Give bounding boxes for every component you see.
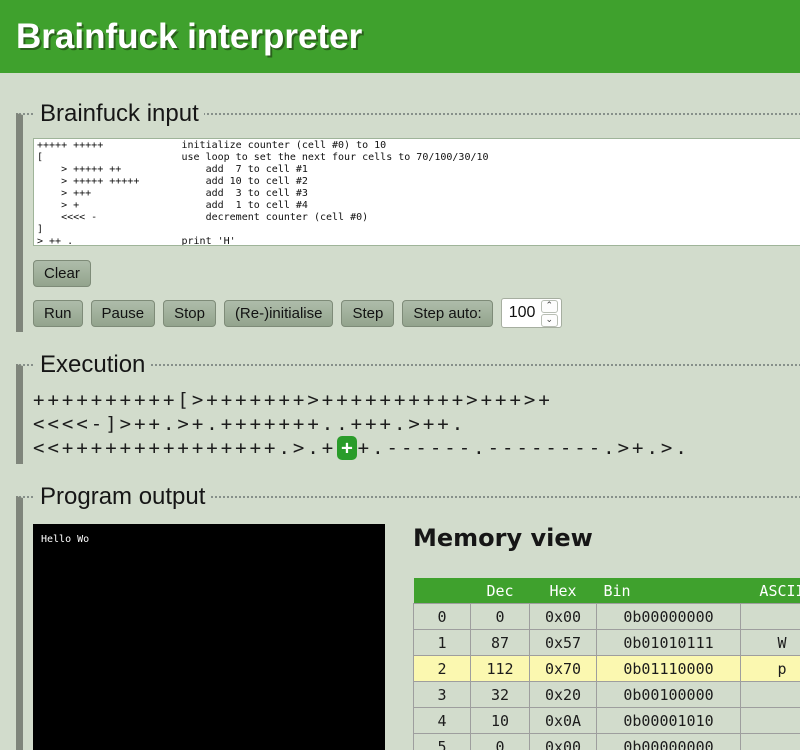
- spinner-down-icon[interactable]: ⌄: [541, 314, 558, 327]
- input-section-legend: Brainfuck input: [35, 99, 204, 129]
- memory-cell-dec: 10: [471, 708, 530, 734]
- step-auto-button[interactable]: Step auto:: [402, 300, 492, 327]
- memory-col-hex: Hex: [530, 578, 597, 604]
- memory-cell-dec: 0: [471, 604, 530, 630]
- step-auto-count-input[interactable]: 100 ⌃ ⌄: [501, 298, 562, 328]
- memory-row: 21120x700b01110000p: [414, 656, 800, 682]
- memory-cell-dec: 112: [471, 656, 530, 682]
- memory-cell-bin: 0b00100000: [597, 682, 741, 708]
- memory-cell-bin: 0b01110000: [597, 656, 741, 682]
- memory-cell-index: 5: [414, 734, 471, 750]
- clear-button[interactable]: Clear: [33, 260, 91, 287]
- controls-row: Run Pause Stop (Re-)initialise Step Step…: [33, 298, 800, 328]
- output-row: Hello Wo Memory view Dec Hex Bin ASCII: [33, 524, 800, 750]
- memory-table-header-row: Dec Hex Bin ASCII: [414, 578, 800, 604]
- current-instruction-highlight: +: [337, 436, 356, 460]
- memory-row: 000x000b00000000: [414, 604, 800, 630]
- memory-col-dec: Dec: [471, 578, 530, 604]
- spinner-up-icon[interactable]: ⌃: [541, 300, 558, 313]
- reinitialise-button[interactable]: (Re-)initialise: [224, 300, 334, 327]
- memory-cell-hex: 0x57: [530, 630, 597, 656]
- pause-button[interactable]: Pause: [91, 300, 156, 327]
- execution-after: +.------.--------.>+.>.: [358, 437, 690, 459]
- program-output-terminal: Hello Wo: [33, 524, 385, 750]
- output-section-legend: Program output: [35, 482, 210, 512]
- clear-row: Clear: [33, 260, 800, 287]
- memory-cell-bin: 0b00000000: [597, 604, 741, 630]
- memory-col-ascii: ASCII: [741, 578, 800, 604]
- memory-row: 1870x570b01010111W: [414, 630, 800, 656]
- memory-cell-ascii: [741, 604, 800, 630]
- memory-cell-index: 4: [414, 708, 471, 734]
- step-auto-count-value[interactable]: 100: [509, 304, 537, 322]
- memory-cell-bin: 0b01010111: [597, 630, 741, 656]
- memory-cell-ascii: [741, 708, 800, 734]
- memory-cell-index: 1: [414, 630, 471, 656]
- memory-cell-index: 0: [414, 604, 471, 630]
- memory-col-index: [414, 578, 471, 604]
- memory-row: 4100x0A0b00001010: [414, 708, 800, 734]
- stop-button[interactable]: Stop: [163, 300, 216, 327]
- step-button[interactable]: Step: [341, 300, 394, 327]
- memory-table: Dec Hex Bin ASCII 000x000b000000001870x5…: [413, 578, 800, 750]
- number-spinner: ⌃ ⌄: [541, 300, 558, 327]
- memory-cell-ascii: [741, 682, 800, 708]
- memory-cell-dec: 87: [471, 630, 530, 656]
- execution-code: ++++++++++[>+++++++>++++++++++>+++>+ <<<…: [33, 388, 800, 460]
- memory-cell-hex: 0x70: [530, 656, 597, 682]
- memory-cell-ascii: W: [741, 630, 800, 656]
- main-content: Brainfuck input +++++ +++++ initialize c…: [16, 99, 800, 750]
- page-title: Brainfuck interpreter: [0, 0, 800, 73]
- memory-row: 3320x200b00100000: [414, 682, 800, 708]
- memory-row: 500x000b00000000: [414, 734, 800, 750]
- memory-cell-index: 3: [414, 682, 471, 708]
- memory-cell-dec: 0: [471, 734, 530, 750]
- memory-cell-ascii: [741, 734, 800, 750]
- run-button[interactable]: Run: [33, 300, 83, 327]
- memory-cell-bin: 0b00000000: [597, 734, 741, 750]
- output-section: Program output Hello Wo Memory view Dec …: [16, 482, 800, 750]
- memory-view-title: Memory view: [413, 524, 800, 552]
- memory-cell-hex: 0x00: [530, 604, 597, 630]
- memory-cell-index: 2: [414, 656, 471, 682]
- memory-col-bin: Bin: [597, 578, 741, 604]
- memory-cell-hex: 0x0A: [530, 708, 597, 734]
- input-section: Brainfuck input +++++ +++++ initialize c…: [16, 99, 800, 332]
- memory-cell-hex: 0x00: [530, 734, 597, 750]
- brainfuck-code-input[interactable]: +++++ +++++ initialize counter (cell #0)…: [33, 138, 800, 246]
- memory-cell-ascii: p: [741, 656, 800, 682]
- memory-cell-hex: 0x20: [530, 682, 597, 708]
- memory-cell-bin: 0b00001010: [597, 708, 741, 734]
- memory-cell-dec: 32: [471, 682, 530, 708]
- execution-section: Execution ++++++++++[>+++++++>++++++++++…: [16, 350, 800, 464]
- execution-section-legend: Execution: [35, 350, 150, 380]
- memory-view: Memory view Dec Hex Bin ASCII: [413, 524, 800, 750]
